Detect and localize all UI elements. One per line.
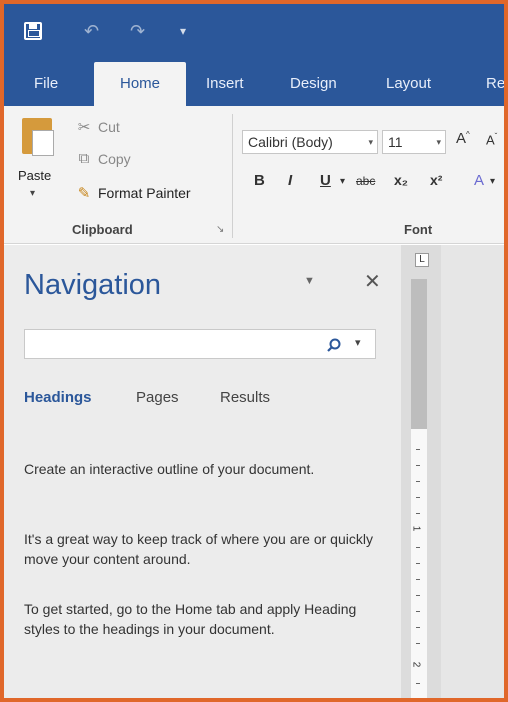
clipboard-group-label: Clipboard <box>72 222 133 237</box>
group-separator <box>232 114 233 238</box>
save-icon[interactable] <box>24 22 42 40</box>
tab-selector-button[interactable]: L <box>415 253 429 267</box>
window-frame: ↶ ↷ ▾ File Home Insert Design Layout Ref… <box>0 0 508 702</box>
italic-button[interactable]: I <box>288 172 292 189</box>
undo-icon[interactable]: ↶ <box>84 20 99 42</box>
shrink-font-icon[interactable]: Aˇ <box>486 132 497 147</box>
navigation-search-input[interactable]: ▾ <box>24 329 376 359</box>
strikethrough-button[interactable]: abc <box>356 174 375 188</box>
superscript-button[interactable]: x² <box>430 172 442 188</box>
bold-button[interactable]: B <box>254 172 265 189</box>
font-group-label: Font <box>404 222 433 237</box>
text-effects-dropdown-icon[interactable]: ▾ <box>490 176 495 187</box>
tab-file[interactable]: File <box>24 62 68 106</box>
ribbon-home: Paste ▾ ✂ Cut ⧉ Copy ✎ Format Painter Cl… <box>4 106 504 244</box>
ruler-tick <box>416 563 420 564</box>
navigation-title: Navigation <box>24 269 162 301</box>
text-effects-icon[interactable]: A <box>474 172 484 189</box>
cut-button[interactable]: ✂ Cut <box>74 118 120 136</box>
redo-icon[interactable]: ↷ <box>130 20 145 42</box>
paste-button[interactable]: Paste <box>18 168 51 183</box>
scissors-icon: ✂ <box>77 119 91 136</box>
ruler-tick <box>416 513 420 514</box>
font-name-value: Calibri (Body) <box>248 134 333 150</box>
vertical-ruler[interactable]: L 1 2 <box>401 245 441 698</box>
ruler-margin-shade <box>411 279 427 429</box>
chevron-down-icon: ▾ <box>368 137 373 147</box>
paste-dropdown-icon[interactable]: ▾ <box>30 188 35 199</box>
tab-references[interactable]: Refe <box>476 62 504 106</box>
help-text-1: Create an interactive outline of your do… <box>24 461 315 477</box>
ruler-tick <box>416 643 420 644</box>
subscript-button[interactable]: x₂ <box>394 172 408 188</box>
ruler-tick <box>416 595 420 596</box>
underline-dropdown-icon[interactable]: ▾ <box>340 176 345 187</box>
close-icon[interactable]: ✕ <box>364 269 381 294</box>
cut-label: Cut <box>98 119 120 135</box>
underline-button[interactable]: U <box>320 172 331 189</box>
search-dropdown-icon[interactable]: ▾ <box>355 336 361 349</box>
ruler-number: 1 <box>410 525 422 532</box>
tab-home[interactable]: Home <box>94 62 186 106</box>
ruler-tick <box>416 579 420 580</box>
ruler-tick <box>416 449 420 450</box>
document-area[interactable] <box>441 245 504 698</box>
pane-options-icon[interactable]: ▼ <box>304 275 315 287</box>
search-icon[interactable] <box>327 338 341 352</box>
tab-layout[interactable]: Layout <box>376 62 441 106</box>
grow-font-icon[interactable]: A^ <box>456 130 470 147</box>
ruler-tick <box>416 497 420 498</box>
chevron-down-icon: ▾ <box>436 137 441 147</box>
paste-icon[interactable] <box>22 118 54 156</box>
copy-button[interactable]: ⧉ Copy <box>74 150 131 167</box>
tab-insert[interactable]: Insert <box>196 62 254 106</box>
ruler-strip: 1 2 <box>410 279 427 698</box>
help-text-3: To get started, go to the Home tab and a… <box>24 601 357 637</box>
title-bar: ↶ ↷ ▾ <box>4 4 504 62</box>
help-text-2: It's a great way to keep track of where … <box>24 531 373 567</box>
ruler-tick <box>416 465 420 466</box>
tab-design[interactable]: Design <box>280 62 347 106</box>
tab-headings[interactable]: Headings <box>24 389 92 406</box>
navigation-pane: Navigation ▼ ✕ ▾ Headings Pages Results … <box>4 245 401 698</box>
tab-pages[interactable]: Pages <box>136 389 179 406</box>
format-painter-button[interactable]: ✎ Format Painter <box>74 184 191 202</box>
ruler-tick <box>416 481 420 482</box>
ruler-tick <box>416 547 420 548</box>
format-painter-label: Format Painter <box>98 185 191 201</box>
ruler-tick <box>416 683 420 684</box>
font-size-value: 11 <box>388 134 403 150</box>
dialog-launcher-icon[interactable]: ↘ <box>216 224 224 235</box>
copy-icon: ⧉ <box>78 150 90 167</box>
font-name-select[interactable]: Calibri (Body) ▾ <box>242 130 378 154</box>
ruler-number: 2 <box>410 661 422 668</box>
font-size-select[interactable]: 11 ▾ <box>382 130 446 154</box>
customize-icon[interactable]: ▾ <box>180 20 186 42</box>
copy-label: Copy <box>98 150 131 167</box>
brush-icon: ✎ <box>77 185 91 202</box>
ribbon-tabs: File Home Insert Design Layout Refe <box>4 62 504 106</box>
ruler-tick <box>416 627 420 628</box>
ruler-tick <box>416 611 420 612</box>
tab-results[interactable]: Results <box>220 389 270 406</box>
